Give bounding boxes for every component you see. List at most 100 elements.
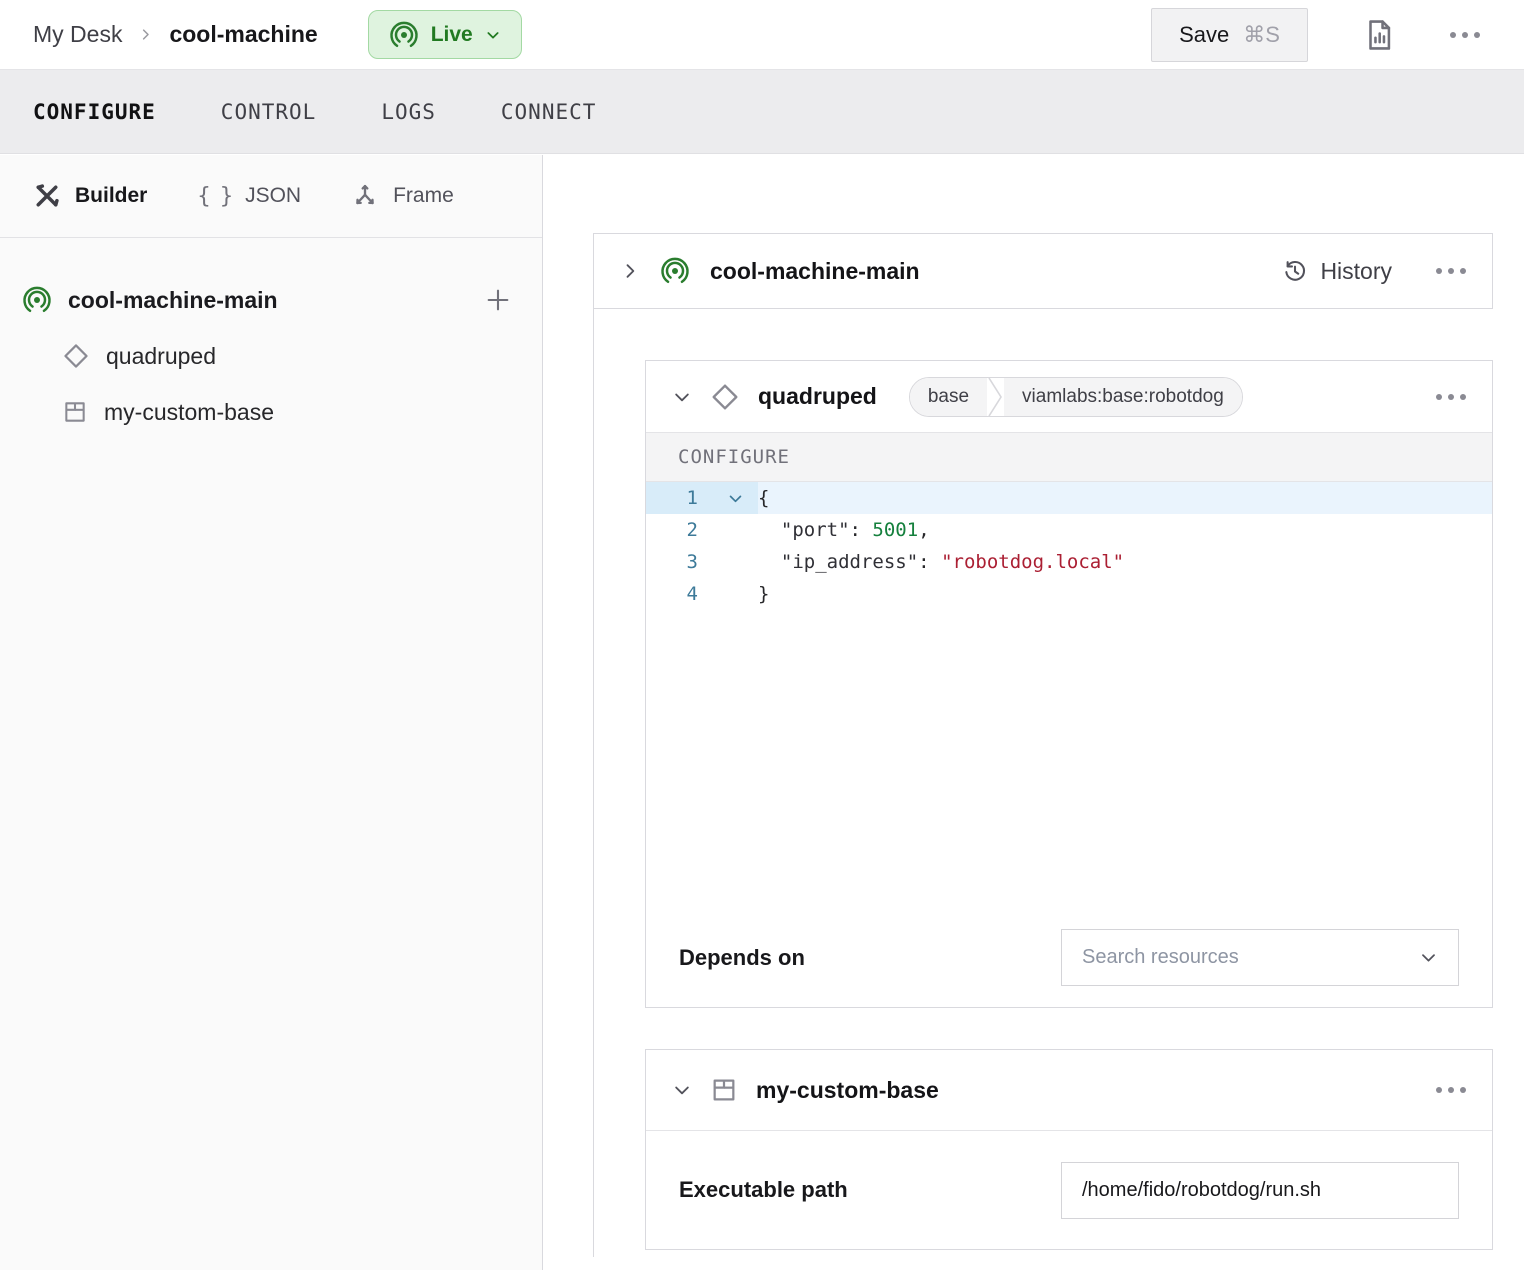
code-text: }	[758, 578, 1492, 610]
code-line[interactable]: 3 "ip_address": "robotdog.local"	[646, 546, 1492, 578]
header-more-menu-button[interactable]	[1450, 32, 1480, 38]
history-label: History	[1320, 258, 1392, 285]
editor-section-label: CONFIGURE	[646, 432, 1492, 482]
machine-status-dropdown[interactable]: Live	[368, 10, 522, 59]
line-number: 4	[646, 578, 712, 610]
process-icon	[710, 1076, 738, 1104]
mode-json[interactable]: { } JSON	[197, 184, 301, 209]
machine-tabs: CONFIGURE CONTROL LOGS CONNECT	[0, 70, 1524, 154]
config-sidebar: Builder { } JSON Frame	[0, 155, 543, 1270]
code-editor[interactable]: 1{2 "port": 5001,3 "ip_address": "robotd…	[646, 482, 1492, 906]
tree-item-machine-part[interactable]: cool-machine-main	[0, 272, 542, 328]
machine-config-page: My Desk cool-machine Live Save ⌘S	[0, 0, 1524, 1270]
tree-item-label: cool-machine-main	[68, 287, 278, 314]
mode-json-label: JSON	[245, 184, 301, 208]
executable-path-label: Executable path	[679, 1177, 848, 1203]
chevron-down-icon	[485, 27, 501, 43]
top-header: My Desk cool-machine Live Save ⌘S	[0, 0, 1524, 70]
tree-item-component[interactable]: quadruped	[0, 328, 542, 384]
ellipsis-icon	[1450, 32, 1480, 38]
component-card-quadruped: quadruped base viamlabs:base:robotdog CO…	[645, 360, 1493, 1008]
tree-item-label: quadruped	[106, 343, 216, 370]
breadcrumb-parent-link[interactable]: My Desk	[33, 21, 122, 48]
mode-frame-label: Frame	[393, 184, 454, 208]
code-line[interactable]: 4}	[646, 578, 1492, 610]
fold-spacer	[712, 578, 758, 610]
executable-path-input[interactable]	[1061, 1162, 1459, 1219]
component-more-button[interactable]	[1436, 394, 1466, 400]
badge-type: base	[910, 378, 987, 416]
tab-configure[interactable]: CONFIGURE	[33, 100, 156, 124]
breadcrumb-current: cool-machine	[169, 21, 317, 48]
broadcast-icon	[22, 285, 52, 315]
code-line[interactable]: 1{	[646, 482, 1492, 514]
code-text: "ip_address": "robotdog.local"	[758, 546, 1492, 578]
machine-part-title: cool-machine-main	[710, 258, 920, 285]
process-card-my-custom-base: my-custom-base Executable path	[645, 1049, 1493, 1250]
header-actions: Save ⌘S	[1151, 8, 1480, 62]
chevron-down-icon	[1419, 948, 1438, 967]
line-number: 2	[646, 514, 712, 546]
save-shortcut: ⌘S	[1243, 22, 1280, 48]
badge-chevron-icon	[987, 378, 1004, 416]
code-text: {	[758, 482, 1492, 514]
save-label: Save	[1179, 22, 1229, 48]
editor-configure-label: CONFIGURE	[678, 446, 790, 468]
diamond-icon	[710, 382, 740, 412]
process-icon	[62, 399, 88, 425]
view-mode-switcher: Builder { } JSON Frame	[0, 155, 542, 238]
process-title: my-custom-base	[756, 1077, 939, 1104]
breadcrumb-chevron-icon	[138, 27, 153, 42]
tools-icon	[33, 182, 61, 210]
fold-chevron-icon[interactable]	[712, 482, 758, 514]
tree-item-label: my-custom-base	[104, 399, 274, 426]
machine-card-more-button[interactable]	[1436, 268, 1466, 274]
fold-spacer	[712, 546, 758, 578]
collapse-toggle-button[interactable]	[672, 1080, 692, 1100]
config-main-area: cool-machine-main History	[544, 155, 1524, 1270]
line-number: 1	[646, 482, 712, 514]
code-text: "port": 5001,	[758, 514, 1492, 546]
status-label: Live	[431, 23, 473, 47]
component-title: quadruped	[758, 383, 877, 410]
ellipsis-icon	[1436, 1087, 1466, 1093]
tab-control[interactable]: CONTROL	[221, 100, 317, 124]
code-line[interactable]: 2 "port": 5001,	[646, 514, 1492, 546]
component-card-header: quadruped base viamlabs:base:robotdog	[646, 361, 1492, 432]
process-card-body: Executable path	[646, 1130, 1492, 1249]
tab-logs[interactable]: LOGS	[381, 100, 436, 124]
badge-model: viamlabs:base:robotdog	[1004, 378, 1242, 416]
tree-item-process[interactable]: my-custom-base	[0, 384, 542, 440]
tab-connect[interactable]: CONNECT	[501, 100, 597, 124]
depends-on-placeholder: Search resources	[1082, 946, 1239, 969]
machine-part-card: cool-machine-main History	[593, 233, 1493, 309]
machine-report-button[interactable]	[1362, 18, 1396, 52]
braces-icon: { }	[197, 184, 231, 209]
history-clock-icon	[1282, 258, 1308, 284]
breadcrumb: My Desk cool-machine	[33, 21, 318, 48]
add-resource-button[interactable]	[484, 286, 512, 314]
component-type-badge: base viamlabs:base:robotdog	[909, 377, 1243, 417]
process-more-button[interactable]	[1436, 1087, 1466, 1093]
depends-on-select[interactable]: Search resources	[1061, 929, 1459, 986]
frame-axes-icon	[351, 182, 379, 210]
expand-toggle-button[interactable]	[620, 261, 640, 281]
mode-builder-label: Builder	[75, 184, 147, 208]
resource-tree: cool-machine-main quadruped my-custom-ba…	[0, 238, 542, 440]
process-card-header: my-custom-base	[646, 1050, 1492, 1130]
machine-card-actions: History	[1282, 258, 1466, 285]
mode-frame[interactable]: Frame	[351, 182, 454, 210]
tree-connector-line	[593, 309, 594, 1257]
collapse-toggle-button[interactable]	[672, 387, 692, 407]
depends-on-label: Depends on	[679, 945, 805, 971]
line-number: 3	[646, 546, 712, 578]
ellipsis-icon	[1436, 394, 1466, 400]
save-button[interactable]: Save ⌘S	[1151, 8, 1308, 62]
broadcast-icon	[389, 20, 419, 50]
mode-builder[interactable]: Builder	[33, 182, 147, 210]
broadcast-icon	[660, 256, 690, 286]
document-chart-icon	[1362, 18, 1396, 52]
fold-spacer	[712, 514, 758, 546]
diamond-icon	[62, 342, 90, 370]
history-button[interactable]: History	[1282, 258, 1392, 285]
